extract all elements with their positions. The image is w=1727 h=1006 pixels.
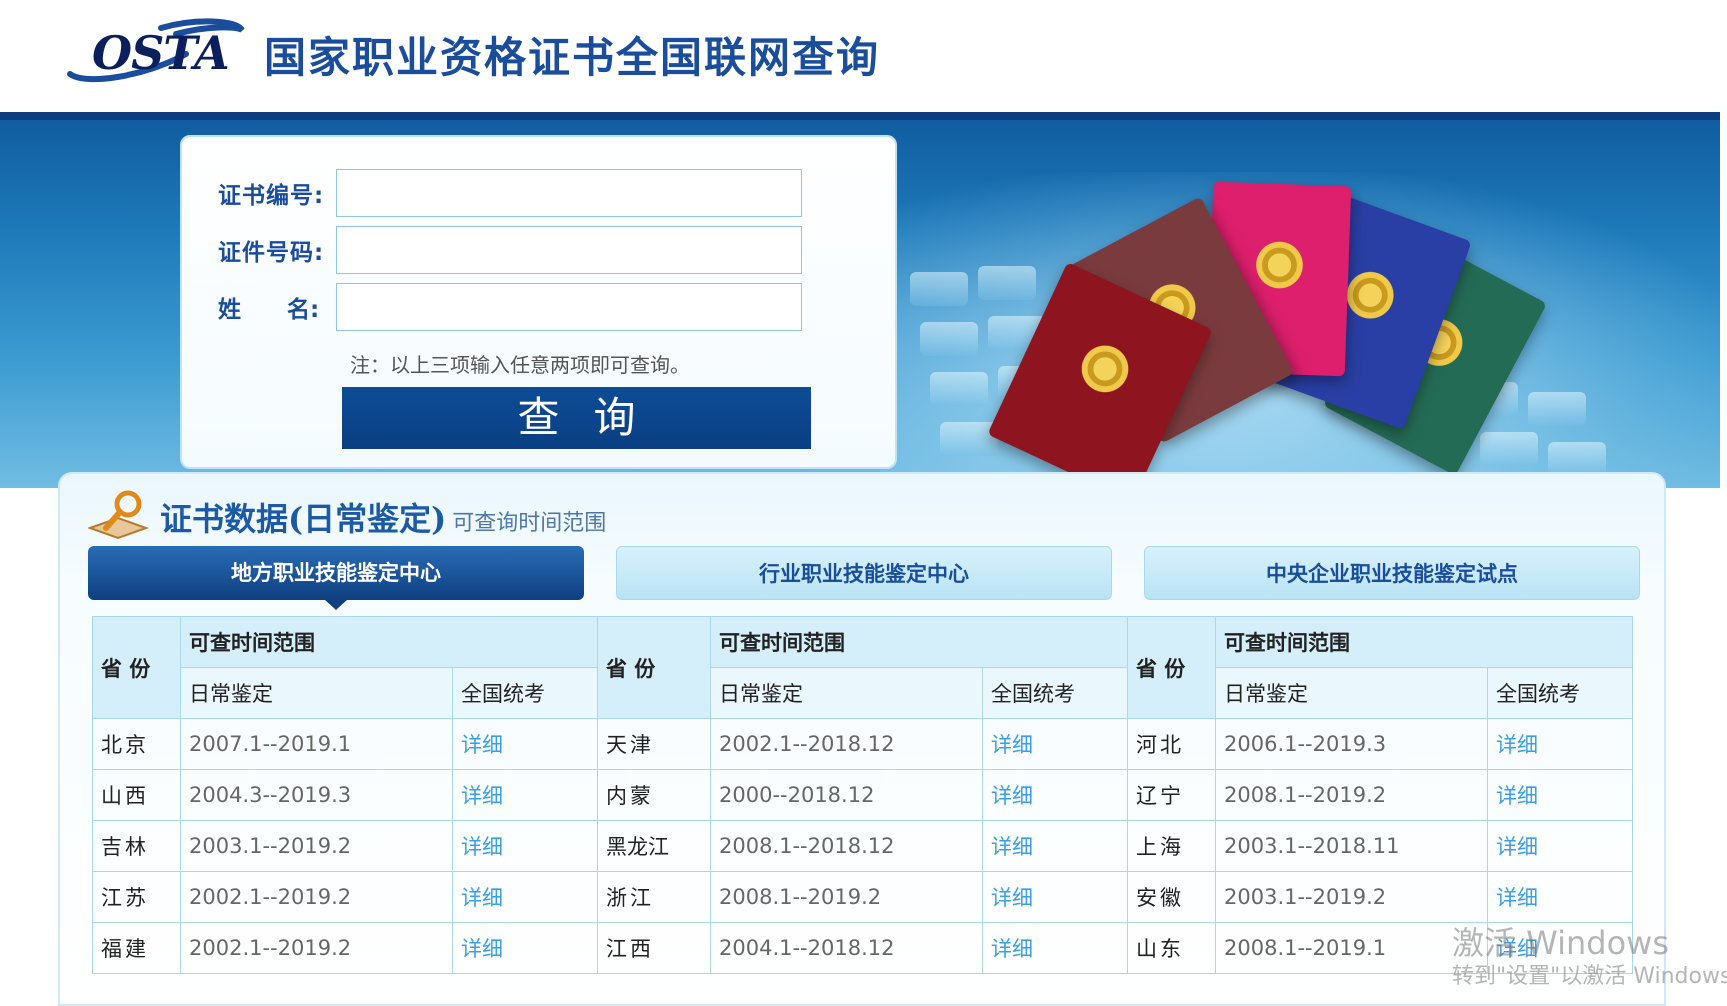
province-cell: 内蒙 bbox=[597, 769, 711, 821]
province-cell: 浙江 bbox=[597, 871, 711, 923]
daily-range-cell: 2008.1--2019.2 bbox=[710, 871, 983, 923]
site-title: 国家职业资格证书全国联网查询 bbox=[264, 33, 881, 82]
province-cell: 安徽 bbox=[1127, 871, 1216, 923]
column-header-daily: 日常鉴定 bbox=[180, 667, 453, 719]
query-range-table: 省 份 可查时间范围 省 份 可查时间范围 省 份 可查时间范围 日常鉴定 全国… bbox=[92, 616, 1633, 974]
logo-text: OSTA bbox=[92, 26, 230, 80]
query-form: 证书编号: 证件号码: 姓 名: 注：以上三项输入任意两项即可查询。 查询 bbox=[180, 135, 897, 469]
query-button[interactable]: 查询 bbox=[342, 387, 811, 449]
province-cell: 黑龙江 bbox=[597, 820, 711, 872]
detail-link[interactable]: 详细 bbox=[1487, 820, 1633, 872]
windows-activation-watermark-text: 转到"设置"以激活 Windows。 bbox=[1452, 964, 1727, 989]
tab-central-enterprise[interactable]: 中央企业职业技能鉴定试点 bbox=[1144, 546, 1640, 600]
province-cell: 天津 bbox=[597, 718, 711, 770]
detail-link[interactable]: 详细 bbox=[452, 871, 598, 923]
province-cell: 江苏 bbox=[92, 871, 181, 923]
form-note: 注：以上三项输入任意两项即可查询。 bbox=[350, 353, 690, 377]
cert-no-label: 证书编号: bbox=[218, 183, 325, 209]
daily-range-cell: 2006.1--2019.3 bbox=[1215, 718, 1488, 770]
detail-link[interactable]: 详细 bbox=[982, 769, 1128, 821]
province-cell: 北京 bbox=[92, 718, 181, 770]
daily-range-cell: 2003.1--2018.11 bbox=[1215, 820, 1488, 872]
detail-link[interactable]: 详细 bbox=[452, 922, 598, 974]
name-input[interactable] bbox=[336, 283, 802, 331]
table-row: 吉林 2003.1--2019.2 详细 黑龙江 2008.1--2018.12… bbox=[92, 820, 1633, 872]
tab-central-enterprise-label: 中央企业职业技能鉴定试点 bbox=[1266, 562, 1518, 586]
detail-link[interactable]: 详细 bbox=[982, 871, 1128, 923]
column-header-range: 可查时间范围 bbox=[180, 616, 598, 668]
column-header-daily: 日常鉴定 bbox=[1215, 667, 1488, 719]
tab-industry-center[interactable]: 行业职业技能鉴定中心 bbox=[616, 546, 1112, 600]
table-header-row: 省 份 可查时间范围 省 份 可查时间范围 省 份 可查时间范围 bbox=[92, 616, 1633, 719]
column-header-national: 全国统考 bbox=[1487, 667, 1633, 719]
id-no-label: 证件号码: bbox=[218, 240, 325, 266]
detail-link[interactable]: 详细 bbox=[1487, 769, 1633, 821]
daily-range-cell: 2008.1--2018.12 bbox=[710, 820, 983, 872]
province-cell: 山西 bbox=[92, 769, 181, 821]
daily-range-cell: 2002.1--2019.2 bbox=[180, 922, 453, 974]
daily-range-cell: 2004.1--2018.12 bbox=[710, 922, 983, 974]
osta-logo[interactable]: OSTA bbox=[66, 16, 246, 86]
section-title: 证书数据(日常鉴定) bbox=[160, 500, 447, 538]
section-subtitle: 可查询时间范围 bbox=[452, 511, 607, 536]
name-label: 姓 名: bbox=[218, 297, 320, 323]
table-row: 北京 2007.1--2019.1 详细 天津 2002.1--2018.12 … bbox=[92, 718, 1633, 770]
column-header-province: 省 份 bbox=[597, 616, 711, 719]
detail-link[interactable]: 详细 bbox=[452, 769, 598, 821]
daily-range-cell: 2000--2018.12 bbox=[710, 769, 983, 821]
column-header-range: 可查时间范围 bbox=[710, 616, 1128, 668]
section-header: 证书数据(日常鉴定) 可查询时间范围 bbox=[87, 488, 607, 540]
daily-range-cell: 2008.1--2019.1 bbox=[1215, 922, 1488, 974]
daily-range-cell: 2002.1--2019.2 bbox=[180, 871, 453, 923]
daily-range-cell: 2004.3--2019.3 bbox=[180, 769, 453, 821]
daily-range-cell: 2002.1--2018.12 bbox=[710, 718, 983, 770]
detail-link[interactable]: 详细 bbox=[452, 820, 598, 872]
certificate-data-panel: 证书数据(日常鉴定) 可查询时间范围 地方职业技能鉴定中心 行业职业技能鉴定中心… bbox=[58, 472, 1666, 1006]
name-row: 姓 名: bbox=[218, 281, 802, 333]
detail-link[interactable]: 详细 bbox=[1487, 718, 1633, 770]
center-type-tabs: 地方职业技能鉴定中心 行业职业技能鉴定中心 中央企业职业技能鉴定试点 bbox=[88, 546, 1642, 610]
table-row: 山西 2004.3--2019.3 详细 内蒙 2000--2018.12 详细… bbox=[92, 769, 1633, 821]
table-row: 江苏 2002.1--2019.2 详细 浙江 2008.1--2019.2 详… bbox=[92, 871, 1633, 923]
cert-no-input[interactable] bbox=[336, 169, 802, 217]
province-cell: 辽宁 bbox=[1127, 769, 1216, 821]
banner-top-line bbox=[0, 112, 1720, 120]
column-header-daily: 日常鉴定 bbox=[710, 667, 983, 719]
daily-range-cell: 2007.1--2019.1 bbox=[180, 718, 453, 770]
province-cell: 福建 bbox=[92, 922, 181, 974]
column-header-province: 省 份 bbox=[92, 616, 181, 719]
daily-range-cell: 2008.1--2019.2 bbox=[1215, 769, 1488, 821]
active-tab-caret-icon bbox=[324, 599, 348, 610]
cert-no-row: 证书编号: bbox=[218, 167, 802, 219]
table-subheader-row: 日常鉴定 全国统考 日常鉴定 全国统考 日常鉴定 全国统考 bbox=[93, 667, 1633, 719]
tab-local-center[interactable]: 地方职业技能鉴定中心 bbox=[88, 546, 584, 610]
province-cell: 河北 bbox=[1127, 718, 1216, 770]
province-cell: 上海 bbox=[1127, 820, 1216, 872]
detail-link[interactable]: 详细 bbox=[982, 820, 1128, 872]
column-header-national: 全国统考 bbox=[982, 667, 1128, 719]
province-cell: 江西 bbox=[597, 922, 711, 974]
column-header-province: 省 份 bbox=[1127, 616, 1216, 719]
detail-link[interactable]: 详细 bbox=[452, 718, 598, 770]
province-cell: 山东 bbox=[1127, 922, 1216, 974]
site-header: OSTA 国家职业资格证书全国联网查询 bbox=[0, 0, 1727, 112]
detail-link[interactable]: 详细 bbox=[982, 718, 1128, 770]
magnifier-book-icon bbox=[87, 488, 152, 540]
detail-link[interactable]: 详细 bbox=[982, 922, 1128, 974]
tab-local-center-label: 地方职业技能鉴定中心 bbox=[231, 561, 441, 585]
province-cell: 吉林 bbox=[92, 820, 181, 872]
tab-industry-center-label: 行业职业技能鉴定中心 bbox=[759, 562, 969, 586]
table-row: 福建 2002.1--2019.2 详细 江西 2004.1--2018.12 … bbox=[92, 922, 1633, 974]
id-no-row: 证件号码: bbox=[218, 224, 802, 276]
id-no-input[interactable] bbox=[336, 226, 802, 274]
daily-range-cell: 2003.1--2019.2 bbox=[1215, 871, 1488, 923]
column-header-national: 全国统考 bbox=[452, 667, 598, 719]
column-header-range: 可查时间范围 bbox=[1215, 616, 1633, 668]
detail-link[interactable]: 详细 bbox=[1487, 871, 1633, 923]
daily-range-cell: 2003.1--2019.2 bbox=[180, 820, 453, 872]
